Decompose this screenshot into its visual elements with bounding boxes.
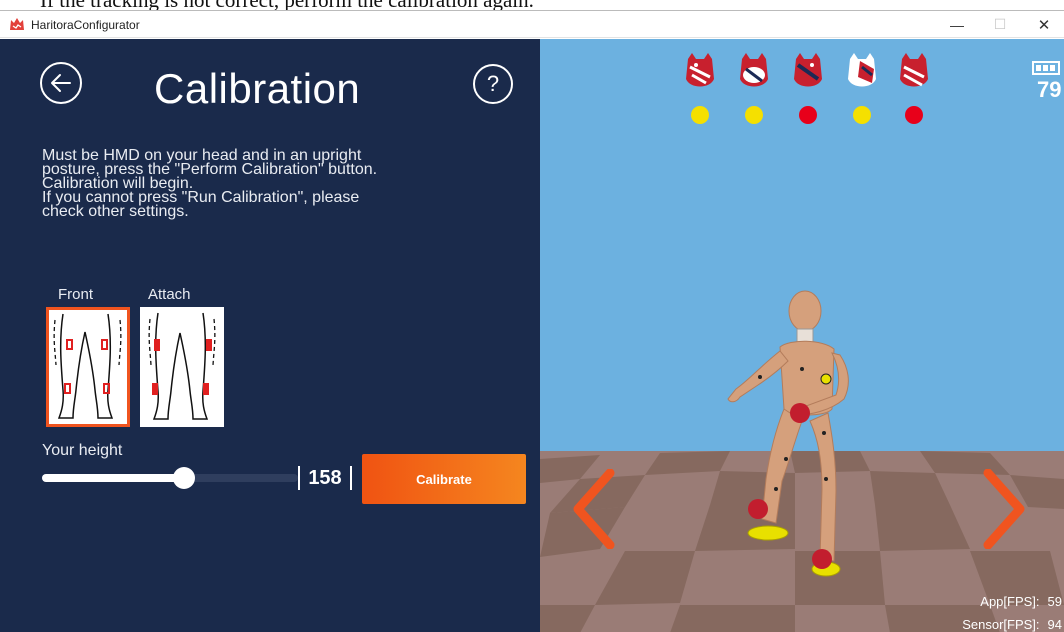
- tracker-status-dot: [853, 106, 871, 124]
- slider-fill: [42, 474, 184, 482]
- title-bar: HaritoraConfigurator — ☐ ✕: [0, 11, 1064, 38]
- tracker-status-dot: [799, 106, 817, 124]
- battery-level: 79: [1037, 77, 1062, 102]
- battery-icon: [1032, 61, 1060, 75]
- tracker-cat-icon: [900, 53, 928, 87]
- app-fps-readout: App[FPS]: 59: [980, 594, 1062, 609]
- attach-mode-option[interactable]: [140, 307, 224, 427]
- calibration-panel: Calibration ? Must be HMD on your head a…: [0, 39, 540, 632]
- close-button[interactable]: ✕: [1024, 11, 1064, 38]
- tracker-cat-icon: [848, 53, 876, 87]
- app-fps-value: 59: [1047, 594, 1062, 609]
- app-window: HaritoraConfigurator — ☐ ✕ Calibration ?…: [0, 10, 1064, 632]
- caption-text: If the tracking is not correct, perform …: [40, 0, 534, 10]
- tracker-cat-icon: [740, 53, 768, 87]
- tracker-status-dot: [745, 106, 763, 124]
- height-label: Your height: [42, 442, 123, 459]
- back-button[interactable]: [40, 62, 82, 104]
- page-title: Calibration: [154, 65, 361, 112]
- legs-attach-icon: [148, 312, 216, 420]
- height-value-field[interactable]: 158: [298, 466, 352, 490]
- app-fps-label: App[FPS]:: [980, 594, 1040, 609]
- tracker-cat-icon: [686, 53, 714, 87]
- caption-strip: If the tracking is not correct, perform …: [0, 0, 1064, 10]
- sensor-fps-label: Sensor[FPS]:: [962, 617, 1040, 632]
- maximize-button[interactable]: ☐: [980, 11, 1020, 38]
- help-button[interactable]: ?: [473, 64, 513, 104]
- tracker-cat-icon: [794, 53, 822, 87]
- calibrate-button[interactable]: Calibrate: [362, 454, 526, 504]
- sensor-fps-readout: Sensor[FPS]: 94: [962, 617, 1062, 632]
- front-mode-label: Front: [58, 286, 94, 303]
- height-slider[interactable]: [42, 467, 298, 489]
- window-title: HaritoraConfigurator: [31, 18, 140, 32]
- chevron-left-icon[interactable]: [570, 469, 618, 549]
- attach-mode-label: Attach: [148, 286, 191, 303]
- legs-front-icon: [53, 313, 122, 419]
- sensor-fps-value: 94: [1047, 617, 1062, 632]
- slider-thumb[interactable]: [173, 467, 195, 489]
- 3d-preview-viewport[interactable]: 79 App[FPS]: 59 Sensor[FPS]: 94: [540, 39, 1064, 632]
- tracker-status-dot: [691, 106, 709, 124]
- front-mode-option[interactable]: [46, 307, 130, 427]
- chevron-right-icon[interactable]: [980, 469, 1028, 549]
- arrow-left-icon: [51, 74, 71, 92]
- instruction-line: check other settings.: [42, 203, 189, 220]
- minimize-button[interactable]: —: [937, 11, 977, 38]
- app-logo-icon: [10, 18, 24, 30]
- tracker-status-dot: [905, 106, 923, 124]
- instructions-text: Must be HMD on your head and in an uprig…: [42, 148, 502, 220]
